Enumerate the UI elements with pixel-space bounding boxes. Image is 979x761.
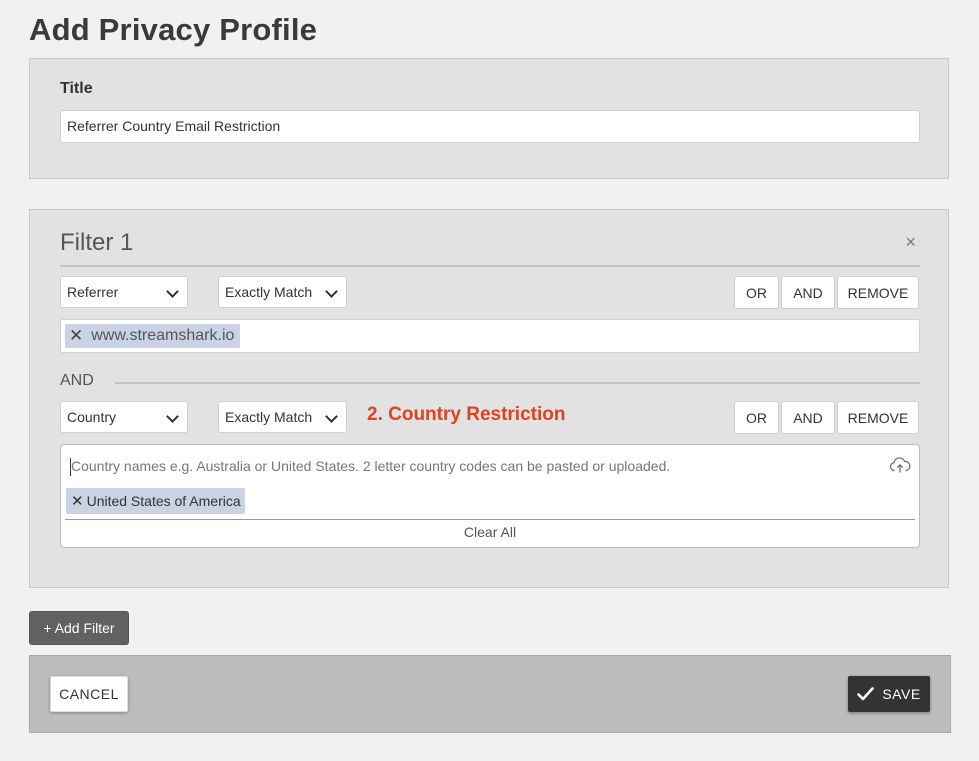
divider bbox=[60, 265, 920, 267]
cancel-button[interactable]: CANCEL bbox=[50, 676, 128, 712]
checkmark-icon bbox=[857, 687, 875, 701]
field-select-value: Country bbox=[67, 409, 117, 425]
close-icon[interactable]: × bbox=[905, 233, 916, 251]
chevron-down-icon bbox=[166, 285, 179, 298]
page-title: Add Privacy Profile bbox=[29, 12, 318, 47]
remove-tag-icon[interactable]: ✕ bbox=[69, 326, 83, 346]
cloud-upload-icon[interactable] bbox=[889, 456, 911, 479]
field-select-referrer[interactable]: Referrer bbox=[60, 276, 188, 308]
field-select-value: Referrer bbox=[67, 284, 119, 300]
annotation-label: 2. Country Restriction bbox=[367, 404, 566, 425]
field-select-country[interactable]: Country bbox=[60, 401, 188, 433]
remove-tag-icon[interactable]: ✕ bbox=[71, 492, 84, 510]
title-label: Title bbox=[60, 80, 93, 97]
save-label: SAVE bbox=[882, 686, 921, 702]
title-input[interactable]: Referrer Country Email Restriction bbox=[60, 110, 920, 143]
or-button[interactable]: OR bbox=[734, 401, 779, 434]
country-input-box[interactable]: Country names e.g. Australia or United S… bbox=[60, 444, 920, 548]
footer-bar: CANCEL SAVE bbox=[29, 655, 951, 733]
and-button[interactable]: AND bbox=[781, 401, 835, 434]
title-panel: Title Referrer Country Email Restriction bbox=[29, 58, 949, 179]
divider bbox=[65, 519, 915, 520]
row2-actions: OR AND REMOVE bbox=[734, 401, 919, 434]
referrer-tag-label: www.streamshark.io bbox=[91, 327, 235, 344]
add-filter-button[interactable]: + Add Filter bbox=[29, 611, 129, 645]
operator-select-value: Exactly Match bbox=[225, 409, 313, 425]
operator-select-value: Exactly Match bbox=[225, 284, 313, 300]
chevron-down-icon bbox=[166, 410, 179, 423]
operator-select-row1[interactable]: Exactly Match bbox=[218, 276, 347, 308]
country-input-placeholder[interactable]: Country names e.g. Australia or United S… bbox=[71, 458, 670, 474]
remove-button[interactable]: REMOVE bbox=[837, 401, 919, 434]
divider bbox=[115, 382, 920, 384]
filter-panel: Filter 1 × Referrer Exactly Match OR AND… bbox=[29, 209, 949, 588]
country-tag-label: United States of America bbox=[86, 493, 241, 509]
row1-actions: OR AND REMOVE bbox=[734, 276, 919, 309]
referrer-tag: ✕ www.streamshark.io bbox=[65, 324, 241, 348]
remove-button[interactable]: REMOVE bbox=[837, 276, 919, 309]
operator-select-row2[interactable]: Exactly Match bbox=[218, 401, 347, 433]
or-button[interactable]: OR bbox=[734, 276, 779, 309]
chevron-down-icon bbox=[325, 410, 338, 423]
filter-heading: Filter 1 bbox=[60, 229, 134, 256]
referrer-tag-field[interactable]: ✕ www.streamshark.io bbox=[60, 319, 920, 353]
save-button[interactable]: SAVE bbox=[848, 676, 930, 712]
and-button[interactable]: AND bbox=[781, 276, 835, 309]
connector-label: AND bbox=[60, 372, 94, 389]
country-tag: ✕ United States of America bbox=[66, 488, 245, 514]
chevron-down-icon bbox=[325, 285, 338, 298]
clear-all-link[interactable]: Clear All bbox=[61, 524, 919, 540]
